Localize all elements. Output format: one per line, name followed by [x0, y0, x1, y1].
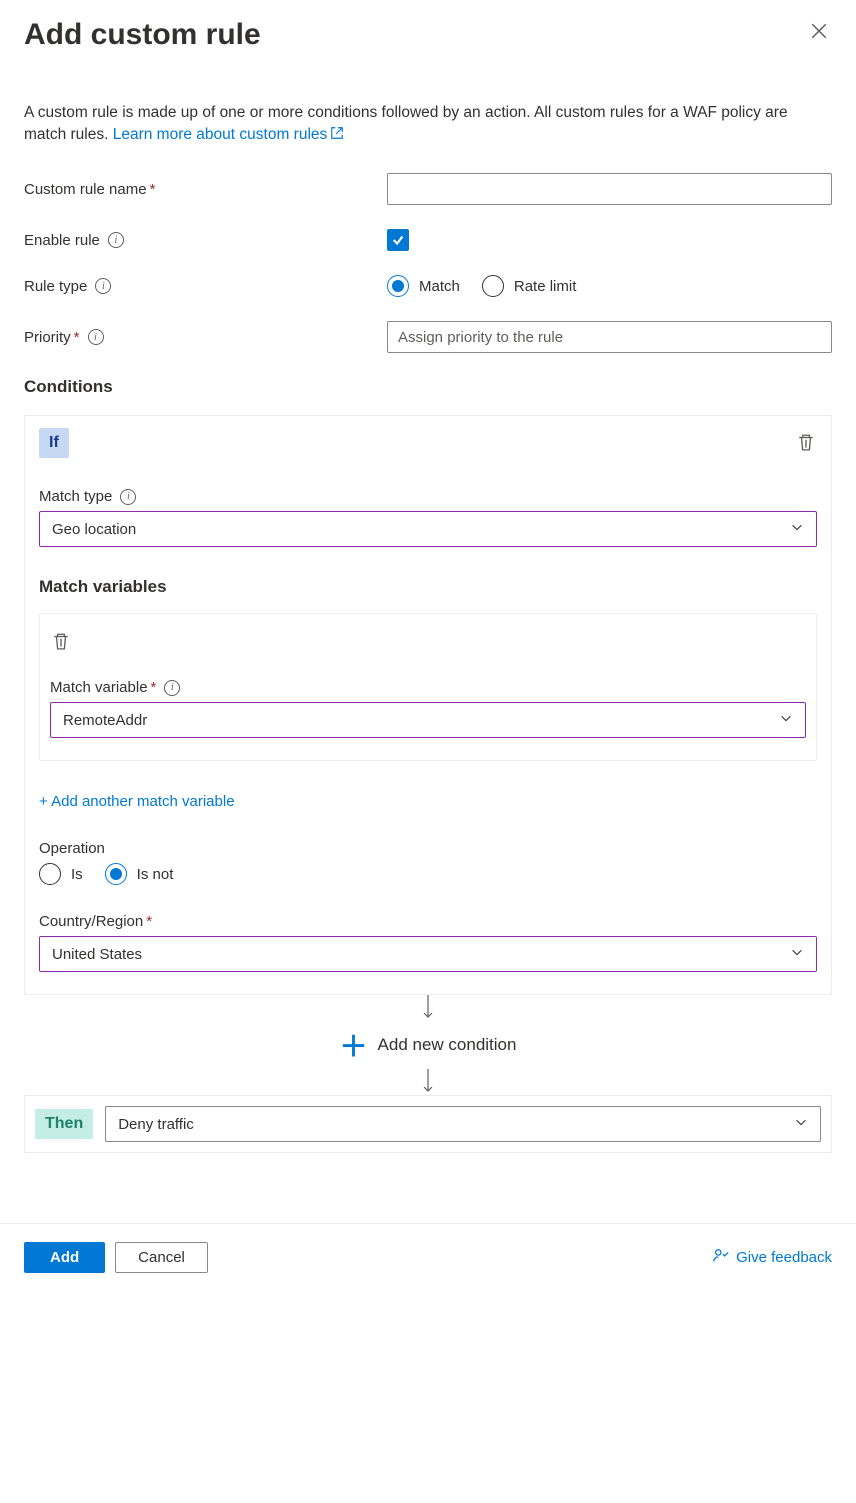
add-new-condition-button[interactable]: ＋ Add new condition — [24, 1021, 832, 1069]
custom-rule-name-label: Custom rule name* — [24, 181, 387, 198]
priority-input[interactable] — [387, 321, 832, 353]
select-value: Deny traffic — [118, 1116, 194, 1133]
then-card: Then Deny traffic — [24, 1095, 832, 1153]
if-badge: If — [39, 428, 69, 458]
chevron-down-icon — [779, 711, 793, 729]
enable-rule-checkbox[interactable] — [387, 229, 409, 251]
info-icon[interactable]: i — [108, 232, 124, 248]
chevron-down-icon — [790, 945, 804, 963]
arrow-down-icon — [24, 1069, 832, 1095]
give-feedback-link[interactable]: Give feedback — [712, 1247, 832, 1269]
add-condition-label: Add new condition — [378, 1035, 517, 1055]
radio-icon — [387, 275, 409, 297]
delete-match-variable-button[interactable] — [50, 630, 72, 655]
feedback-label: Give feedback — [736, 1249, 832, 1266]
rule-type-label: Rule type i — [24, 278, 387, 295]
radio-icon — [105, 863, 127, 885]
conditions-heading: Conditions — [24, 377, 832, 397]
radio-label: Is — [71, 866, 83, 883]
page-title: Add custom rule — [24, 18, 261, 52]
select-value: Geo location — [52, 521, 136, 538]
chevron-down-icon — [794, 1115, 808, 1133]
chevron-down-icon — [790, 520, 804, 538]
info-icon[interactable]: i — [88, 329, 104, 345]
radio-label: Match — [419, 278, 460, 295]
select-value: United States — [52, 946, 142, 963]
plus-icon: ＋ — [340, 1025, 368, 1065]
delete-condition-button[interactable] — [795, 431, 817, 456]
custom-rule-name-input[interactable] — [387, 173, 832, 205]
country-region-label: Country/Region* — [39, 913, 817, 930]
trash-icon — [52, 638, 70, 653]
priority-label: Priority* i — [24, 329, 387, 346]
match-variable-label: Match variable* i — [50, 679, 806, 696]
info-icon[interactable]: i — [95, 278, 111, 294]
external-link-icon — [330, 125, 344, 139]
radio-label: Rate limit — [514, 278, 577, 295]
close-button[interactable] — [806, 18, 832, 49]
rule-type-ratelimit-radio[interactable]: Rate limit — [482, 275, 577, 297]
operation-label: Operation — [39, 840, 817, 857]
country-region-select[interactable]: United States — [39, 936, 817, 972]
cancel-button[interactable]: Cancel — [115, 1242, 208, 1273]
match-variables-heading: Match variables — [39, 577, 817, 597]
match-variable-card: Match variable* i RemoteAddr — [39, 613, 817, 761]
arrow-down-icon — [24, 995, 832, 1021]
match-variable-select[interactable]: RemoteAddr — [50, 702, 806, 738]
info-icon[interactable]: i — [164, 680, 180, 696]
operation-isnot-radio[interactable]: Is not — [105, 863, 174, 885]
trash-icon — [797, 439, 815, 454]
radio-icon — [482, 275, 504, 297]
then-badge: Then — [35, 1109, 93, 1139]
close-icon — [810, 24, 828, 44]
match-type-select[interactable]: Geo location — [39, 511, 817, 547]
add-match-variable-link[interactable]: + Add another match variable — [39, 793, 817, 810]
learn-more-link[interactable]: Learn more about custom rules — [113, 126, 345, 143]
condition-card: If Match type i Geo location Match varia… — [24, 415, 832, 995]
enable-rule-label: Enable rule i — [24, 232, 387, 249]
add-button[interactable]: Add — [24, 1242, 105, 1273]
radio-icon — [39, 863, 61, 885]
feedback-icon — [712, 1247, 730, 1269]
action-select[interactable]: Deny traffic — [105, 1106, 821, 1142]
rule-type-match-radio[interactable]: Match — [387, 275, 460, 297]
match-type-label: Match type i — [39, 488, 817, 505]
select-value: RemoteAddr — [63, 712, 147, 729]
radio-label: Is not — [137, 866, 174, 883]
operation-is-radio[interactable]: Is — [39, 863, 83, 885]
description-text: A custom rule is made up of one or more … — [24, 102, 832, 145]
info-icon[interactable]: i — [120, 489, 136, 505]
